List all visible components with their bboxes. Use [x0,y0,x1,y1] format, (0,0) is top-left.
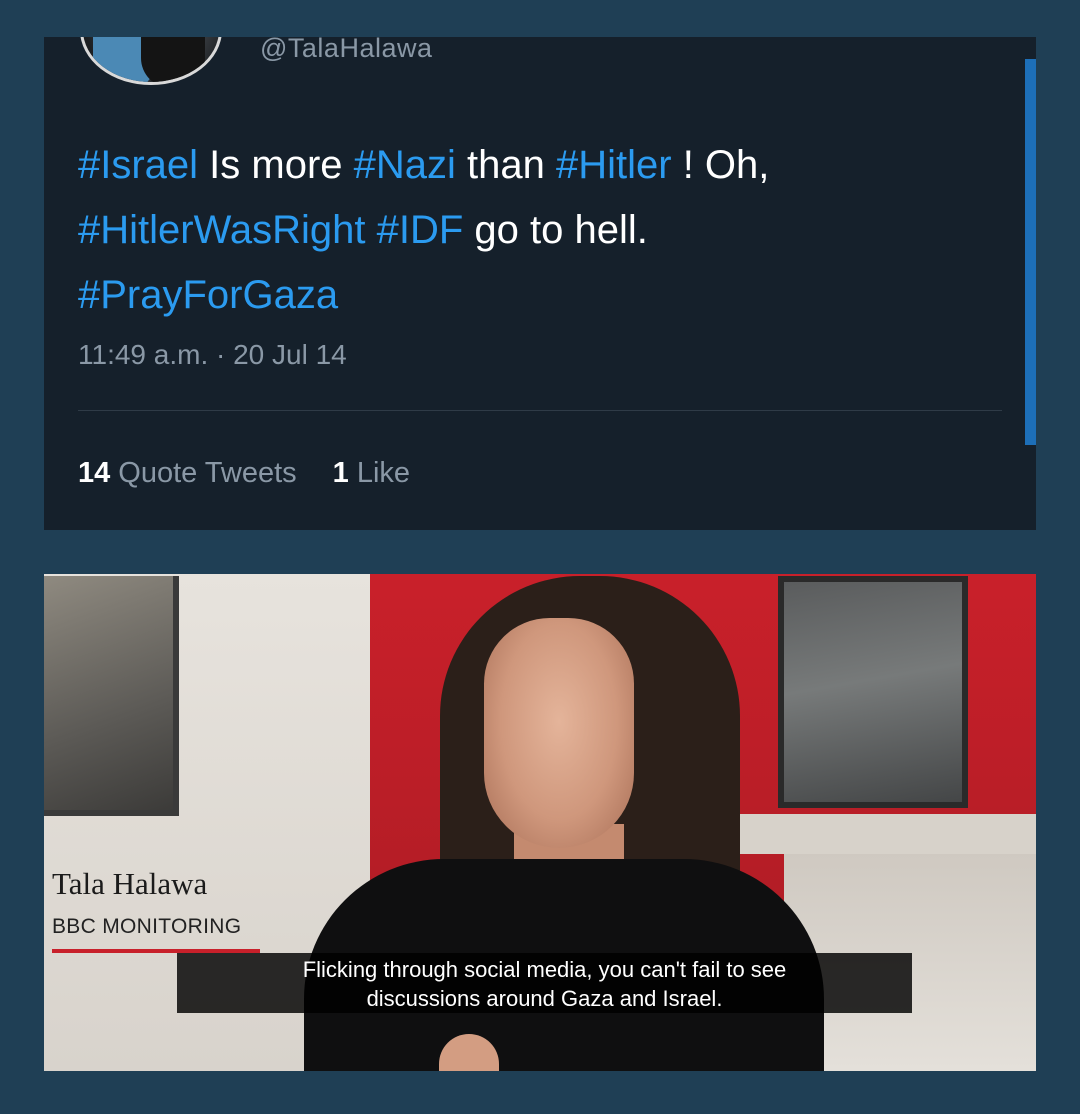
tweet-text-segment: than [455,143,556,187]
hashtag-idf[interactable]: #IDF [377,208,464,252]
tweet-text-segment: ! Oh, [671,143,770,187]
tweet-text: #Israel Is more #Nazi than #Hitler ! Oh,… [78,133,958,328]
tweet-stats: 14 Quote Tweets 1 Like [78,457,410,490]
avatar[interactable] [80,37,222,85]
tweet-text-segment: go to hell. [463,208,648,252]
hashtag-prayforgaza[interactable]: #PrayForGaza [78,273,338,317]
quote-tweets-stat[interactable]: 14 Quote Tweets [78,457,297,490]
likes-stat[interactable]: 1 Like [333,457,410,490]
hashtag-nazi[interactable]: #Nazi [354,143,456,187]
divider [78,410,1002,411]
subtitle-line-2: discussions around Gaza and Israel. [366,986,723,1011]
user-handle[interactable]: @TalaHalawa [260,37,432,64]
video-still: Tala Halawa BBC MONITORING Flicking thro… [44,574,1036,1071]
background-screen [44,576,179,816]
tweet-timestamp[interactable]: 11:49 a.m. · 20 Jul 14 [78,339,347,371]
like-count: 1 [332,457,349,489]
tweet-card: @TalaHalawa #Israel Is more #Nazi than #… [44,37,1036,530]
presenter-face [484,618,634,848]
hashtag-hitler[interactable]: #Hitler [556,143,672,187]
subtitle-line-1: Flicking through social media, you can't… [302,957,787,982]
background-shelf [734,814,1036,854]
quote-label: Quote Tweets [118,457,297,489]
lower-third-name: Tala Halawa [52,866,208,901]
hashtag-hitlerwasright[interactable]: #HitlerWasRight [78,208,365,252]
hashtag-israel[interactable]: #Israel [78,143,198,187]
background-monitor [778,576,968,808]
tweet-text-segment: Is more [198,143,354,187]
tweet-text-segment [365,208,376,252]
subtitle-caption: Flicking through social media, you can't… [177,953,912,1013]
quote-count: 14 [78,457,111,489]
lower-third-org: BBC MONITORING [52,915,242,938]
scroll-indicator[interactable] [1025,59,1036,445]
avatar-hair [141,37,205,82]
like-label: Like [356,457,411,489]
